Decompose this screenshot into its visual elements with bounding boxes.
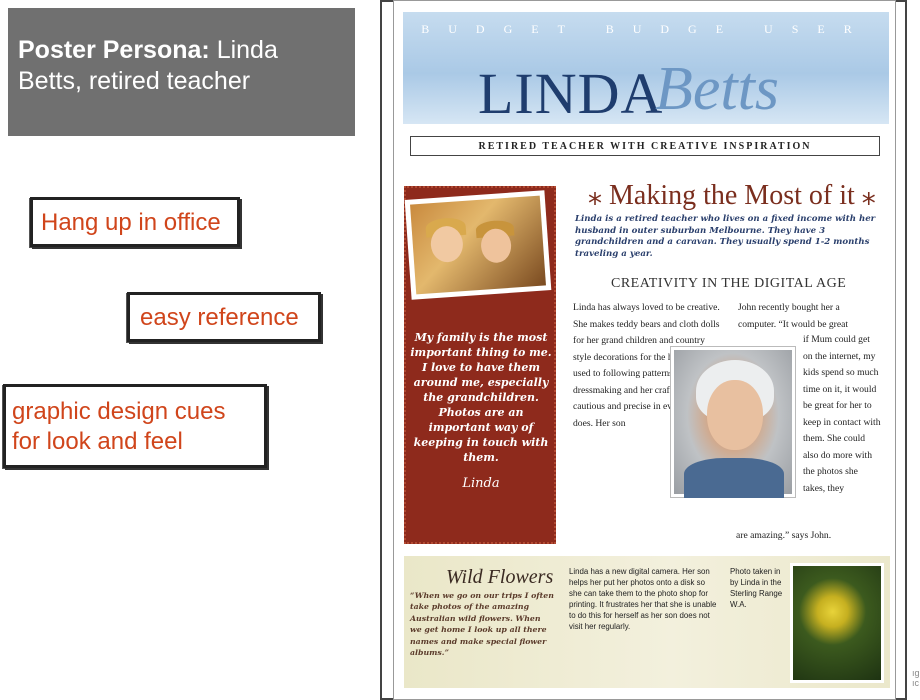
note-easy-reference: easy reference <box>127 292 321 342</box>
heading-creativity: CREATIVITY IN THE DIGITAL AGE <box>611 276 847 291</box>
poster-header: BUDGET BUDGE USER LINDA Betts <box>403 12 889 124</box>
body-column-right: if Mum could get on the internet, my kid… <box>803 334 881 494</box>
heading-making-the-most: ⁎ Making the Most of it ⁎ <box>588 180 876 211</box>
wild-flowers-title: Wild Flowers <box>446 566 554 588</box>
wild-flowers-quote: “When we go on our trips I often take ph… <box>410 591 554 658</box>
grandchildren-photo <box>404 190 552 300</box>
flower-photo <box>790 563 884 683</box>
name-last: Betts <box>655 55 779 123</box>
note-text-line2: for look and feel <box>12 428 183 455</box>
persona-title-rest: Linda <box>209 36 278 64</box>
note-hang-up-in-office: Hang up in office <box>30 197 240 247</box>
intro-paragraph: Linda is a retired teacher who lives on … <box>575 214 876 259</box>
persona-title-bold: Poster Persona: <box>18 36 210 64</box>
family-quote: My family is the most important thing to… <box>410 331 552 464</box>
note-text-line1: graphic design cues <box>12 398 226 425</box>
note-graphic-design-cues: graphic design cues for look and feel <box>3 384 267 468</box>
linda-portrait <box>670 346 796 498</box>
portrait-face <box>707 380 763 450</box>
digital-camera-text: Linda has a new digital camera. Her son … <box>569 567 717 631</box>
edge-text: ıg ıc <box>912 668 920 688</box>
name-first: LINDA <box>478 61 664 124</box>
photo-caption: Photo taken in by Linda in the Sterling … <box>730 567 783 609</box>
body-column-right-end: are amazing.” says John. <box>736 530 832 541</box>
budget-user-line: BUDGET BUDGE USER <box>421 22 871 36</box>
signature: Linda <box>462 476 500 491</box>
persona-title-box: Poster Persona: Linda Betts, retired tea… <box>8 8 355 136</box>
persona-title-line2: Betts, retired teacher <box>18 67 251 95</box>
note-text: Hang up in office <box>41 209 221 236</box>
note-text: easy reference <box>140 304 299 331</box>
body-column-right-top: John recently bought her a computer. “It… <box>738 302 849 330</box>
portrait-shirt <box>684 458 784 498</box>
poster-subtitle: RETIRED TEACHER WITH CREATIVE INSPIRATIO… <box>410 136 880 156</box>
